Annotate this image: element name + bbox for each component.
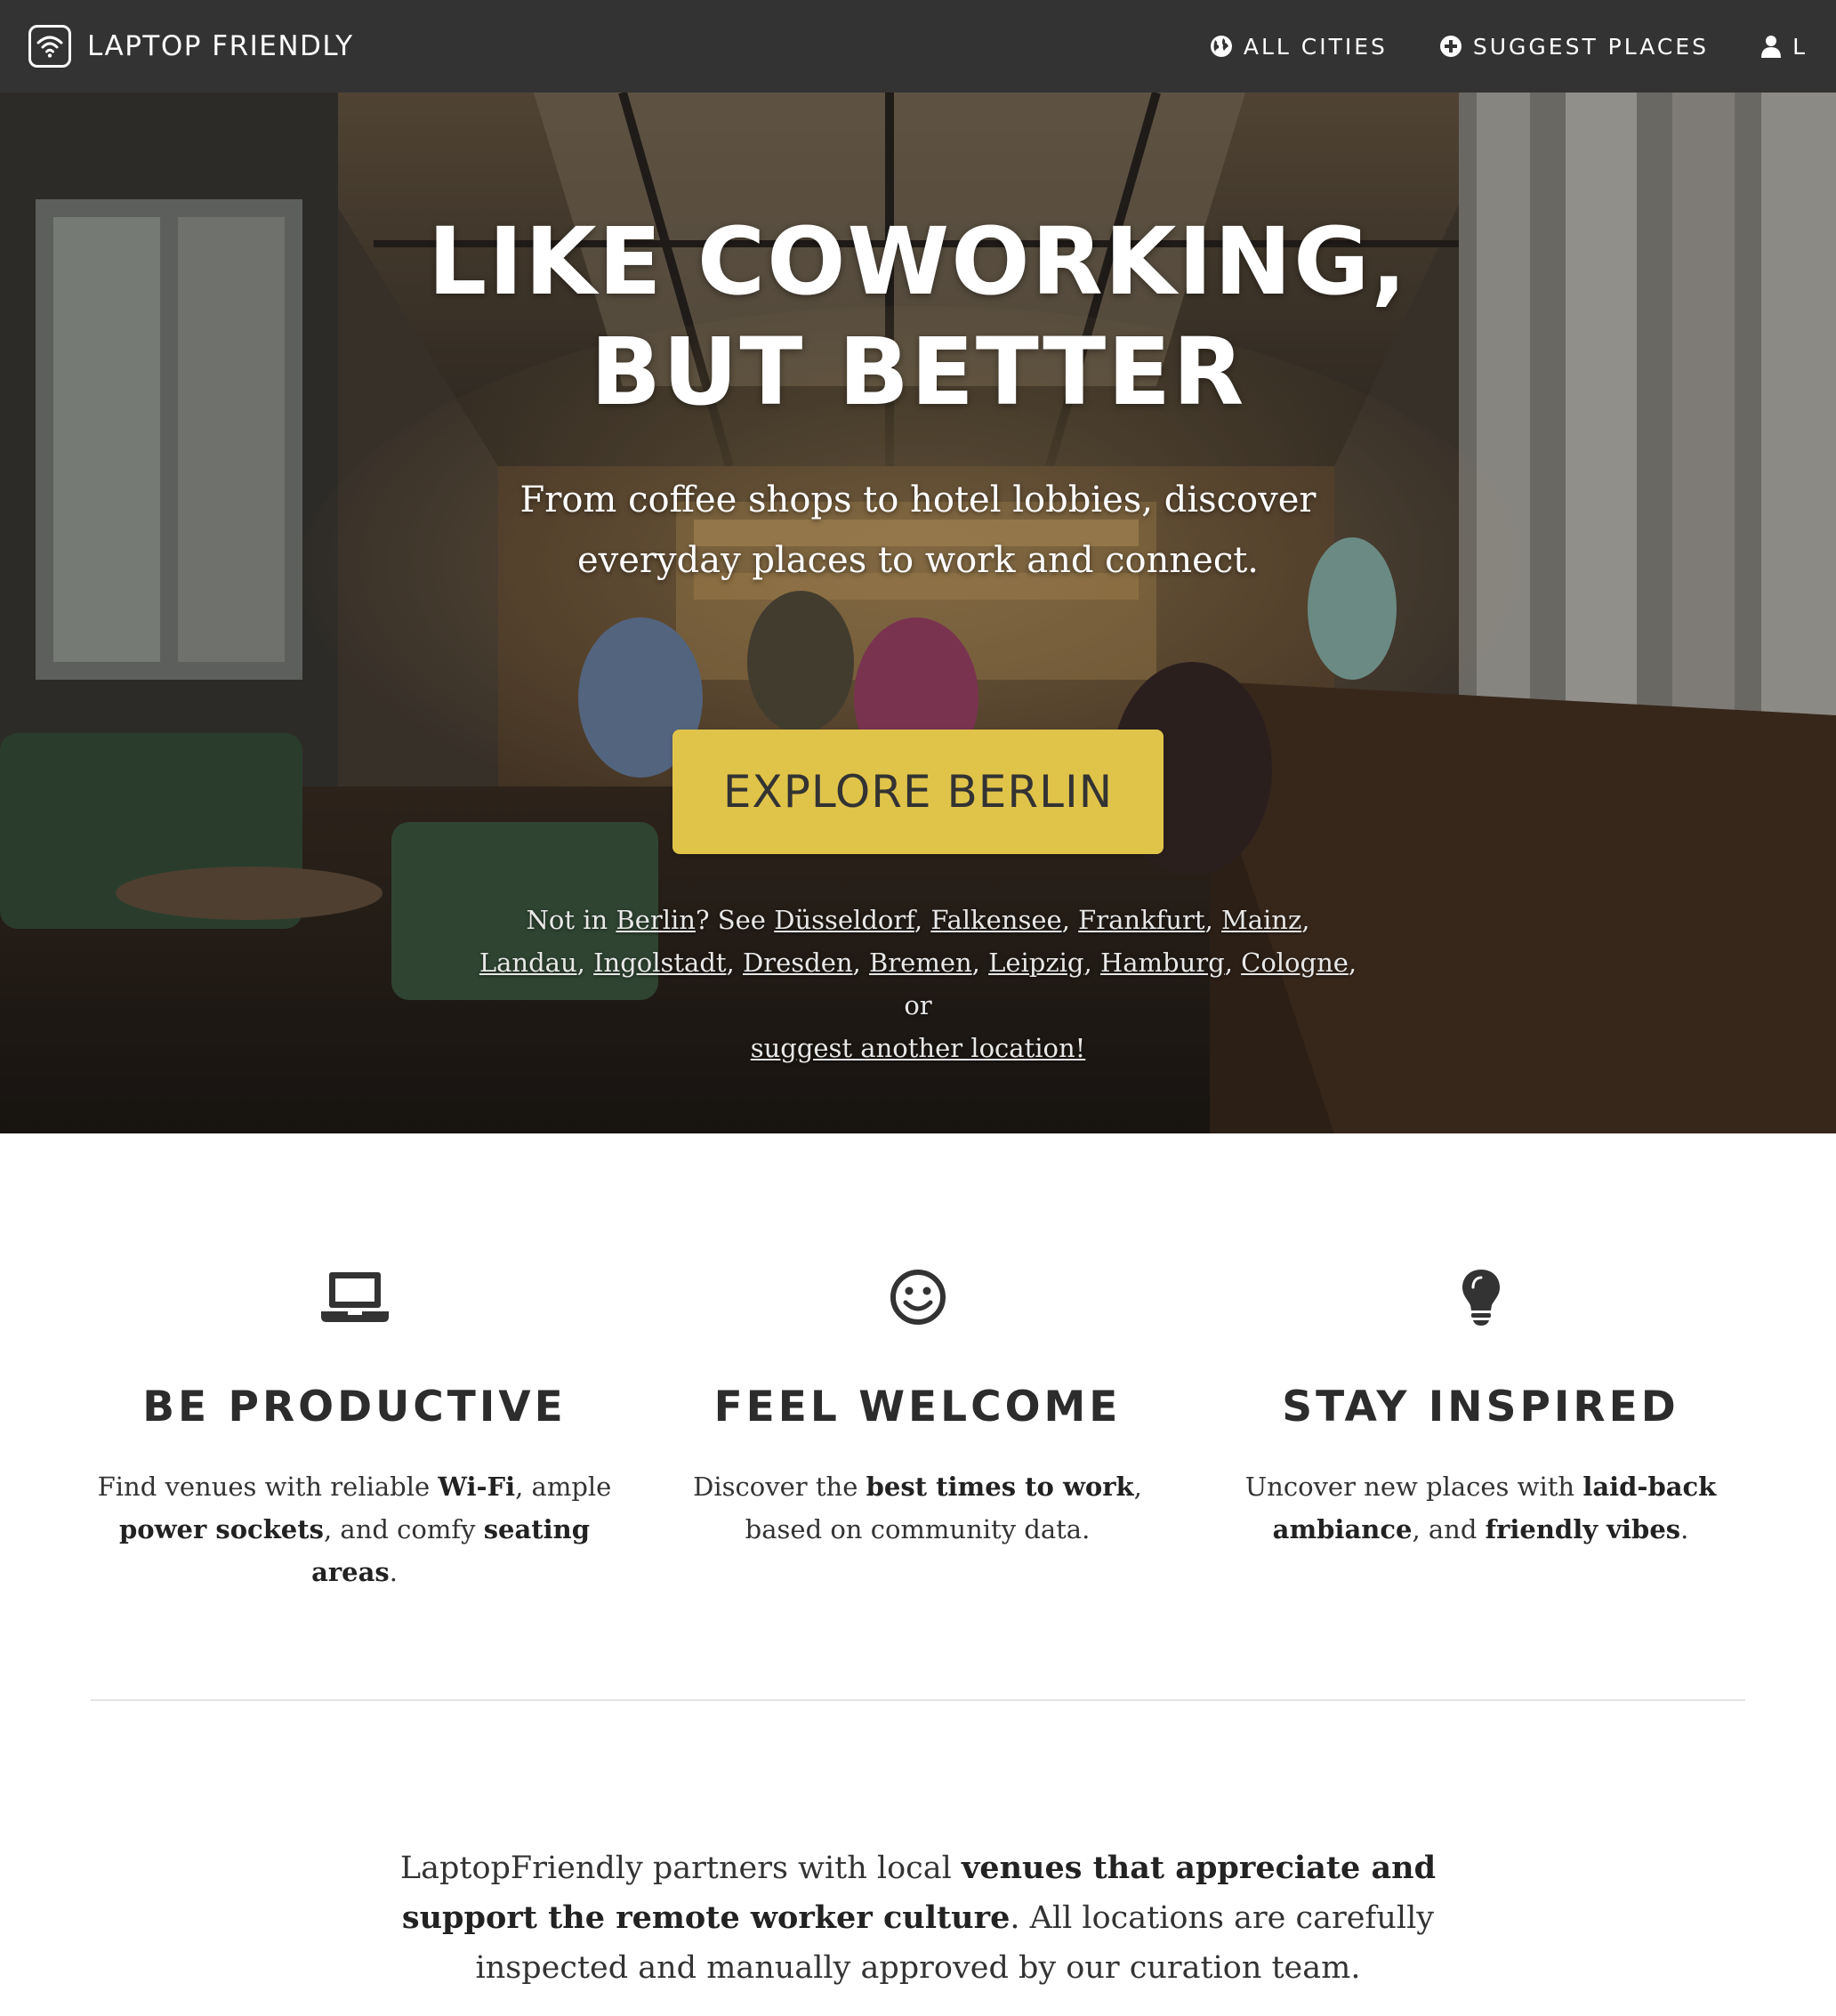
hero-subtitle: From coffee shops to hotel lobbies, disc… xyxy=(519,480,1317,581)
feature-title: STAY INSPIRED xyxy=(1282,1383,1679,1431)
feature-feel-welcome: FEEL WELCOME Discover the best times to … xyxy=(636,1263,1199,1593)
laptop-icon xyxy=(320,1272,389,1322)
emphasis-text: venues that appreciate and support the r… xyxy=(401,1850,1437,1936)
city-link-bremen[interactable]: Bremen xyxy=(869,948,972,978)
city-link-falkensee[interactable]: Falkensee xyxy=(930,905,1061,935)
nav-all-cities-label: ALL CITIES xyxy=(1243,33,1388,60)
hero-title-line-2: BUT BETTER xyxy=(590,318,1246,426)
city-link-hamburg[interactable]: Hamburg xyxy=(1100,948,1225,978)
user-icon xyxy=(1761,36,1782,58)
brand-logo-link[interactable]: LAPTOP FRIENDLY xyxy=(28,21,354,71)
emphasis-text: friendly vibes xyxy=(1485,1514,1681,1544)
emphasis-text: power sockets xyxy=(118,1514,324,1544)
city-link-landau[interactable]: Landau xyxy=(479,948,577,978)
hero-title: LIKE COWORKING, BUT BETTER xyxy=(0,206,1836,427)
smiley-icon xyxy=(890,1270,946,1325)
nav-user-label: L xyxy=(1792,33,1808,60)
nav-suggest-places-link[interactable]: SUGGEST PLACES xyxy=(1439,34,1709,60)
nav-all-cities-link[interactable]: ALL CITIES xyxy=(1210,34,1388,60)
current-city-link[interactable]: Berlin xyxy=(616,905,696,935)
city-link-frankfurt[interactable]: Frankfurt xyxy=(1078,905,1204,935)
brand-name: LAPTOP FRIENDLY xyxy=(87,30,354,62)
emphasis-text: best times to work xyxy=(866,1472,1134,1502)
feature-title: BE PRODUCTIVE xyxy=(142,1383,567,1431)
features-section: BE PRODUCTIVE Find venues with reliable … xyxy=(73,1263,1763,1593)
feature-title: FEEL WELCOME xyxy=(713,1383,1122,1431)
wifi-icon xyxy=(28,25,71,68)
hero-section: LIKE COWORKING, BUT BETTER From coffee s… xyxy=(0,93,1836,1133)
nav-suggest-places-label: SUGGEST PLACES xyxy=(1472,33,1710,60)
lightbulb-icon xyxy=(1462,1270,1500,1326)
feature-description: Uncover new places with laid-back ambian… xyxy=(1244,1472,1717,1544)
cities-prefix: Not in xyxy=(526,905,608,935)
explore-city-button[interactable]: EXPLORE BERLIN xyxy=(672,730,1164,854)
suggest-location-link[interactable]: suggest another location! xyxy=(751,1033,1086,1063)
city-links: Düsseldorf, Falkensee, Frankfurt, Mainz,… xyxy=(479,905,1349,978)
nav-user-menu[interactable]: L xyxy=(1760,34,1808,60)
emphasis-text: Wi-Fi xyxy=(438,1472,516,1502)
feature-description: Discover the best times to work, based o… xyxy=(693,1472,1142,1544)
hero-title-line-1: LIKE COWORKING, xyxy=(428,207,1408,316)
about-text: LaptopFriendly partners with local venue… xyxy=(399,1850,1437,1986)
other-cities-text: Not in Berlin? See Düsseldorf, Falkensee… xyxy=(473,899,1363,1069)
feature-stay-inspired: STAY INSPIRED Uncover new places with la… xyxy=(1199,1263,1762,1593)
feature-be-productive: BE PRODUCTIVE Find venues with reliable … xyxy=(73,1263,636,1593)
city-link-ingolstadt[interactable]: Ingolstadt xyxy=(593,948,726,978)
city-link-düsseldorf[interactable]: Düsseldorf xyxy=(774,905,914,935)
plus-circle-icon xyxy=(1439,36,1462,57)
city-link-cologne[interactable]: Cologne xyxy=(1241,948,1349,978)
city-link-dresden[interactable]: Dresden xyxy=(743,948,853,978)
city-link-leipzig[interactable]: Leipzig xyxy=(988,948,1083,978)
emphasis-text: seating areas xyxy=(311,1514,591,1587)
nav-links: ALL CITIES SUGGEST PLACES L xyxy=(1158,0,1808,93)
cities-see-text: ? See xyxy=(696,905,766,935)
globe-icon xyxy=(1210,36,1232,57)
top-navbar: LAPTOP FRIENDLY ALL CITIES SUGGEST PLACE… xyxy=(0,0,1836,93)
feature-description: Find venues with reliable Wi-Fi, ample p… xyxy=(97,1472,612,1587)
city-link-mainz[interactable]: Mainz xyxy=(1221,905,1301,935)
section-divider xyxy=(91,1699,1745,1701)
